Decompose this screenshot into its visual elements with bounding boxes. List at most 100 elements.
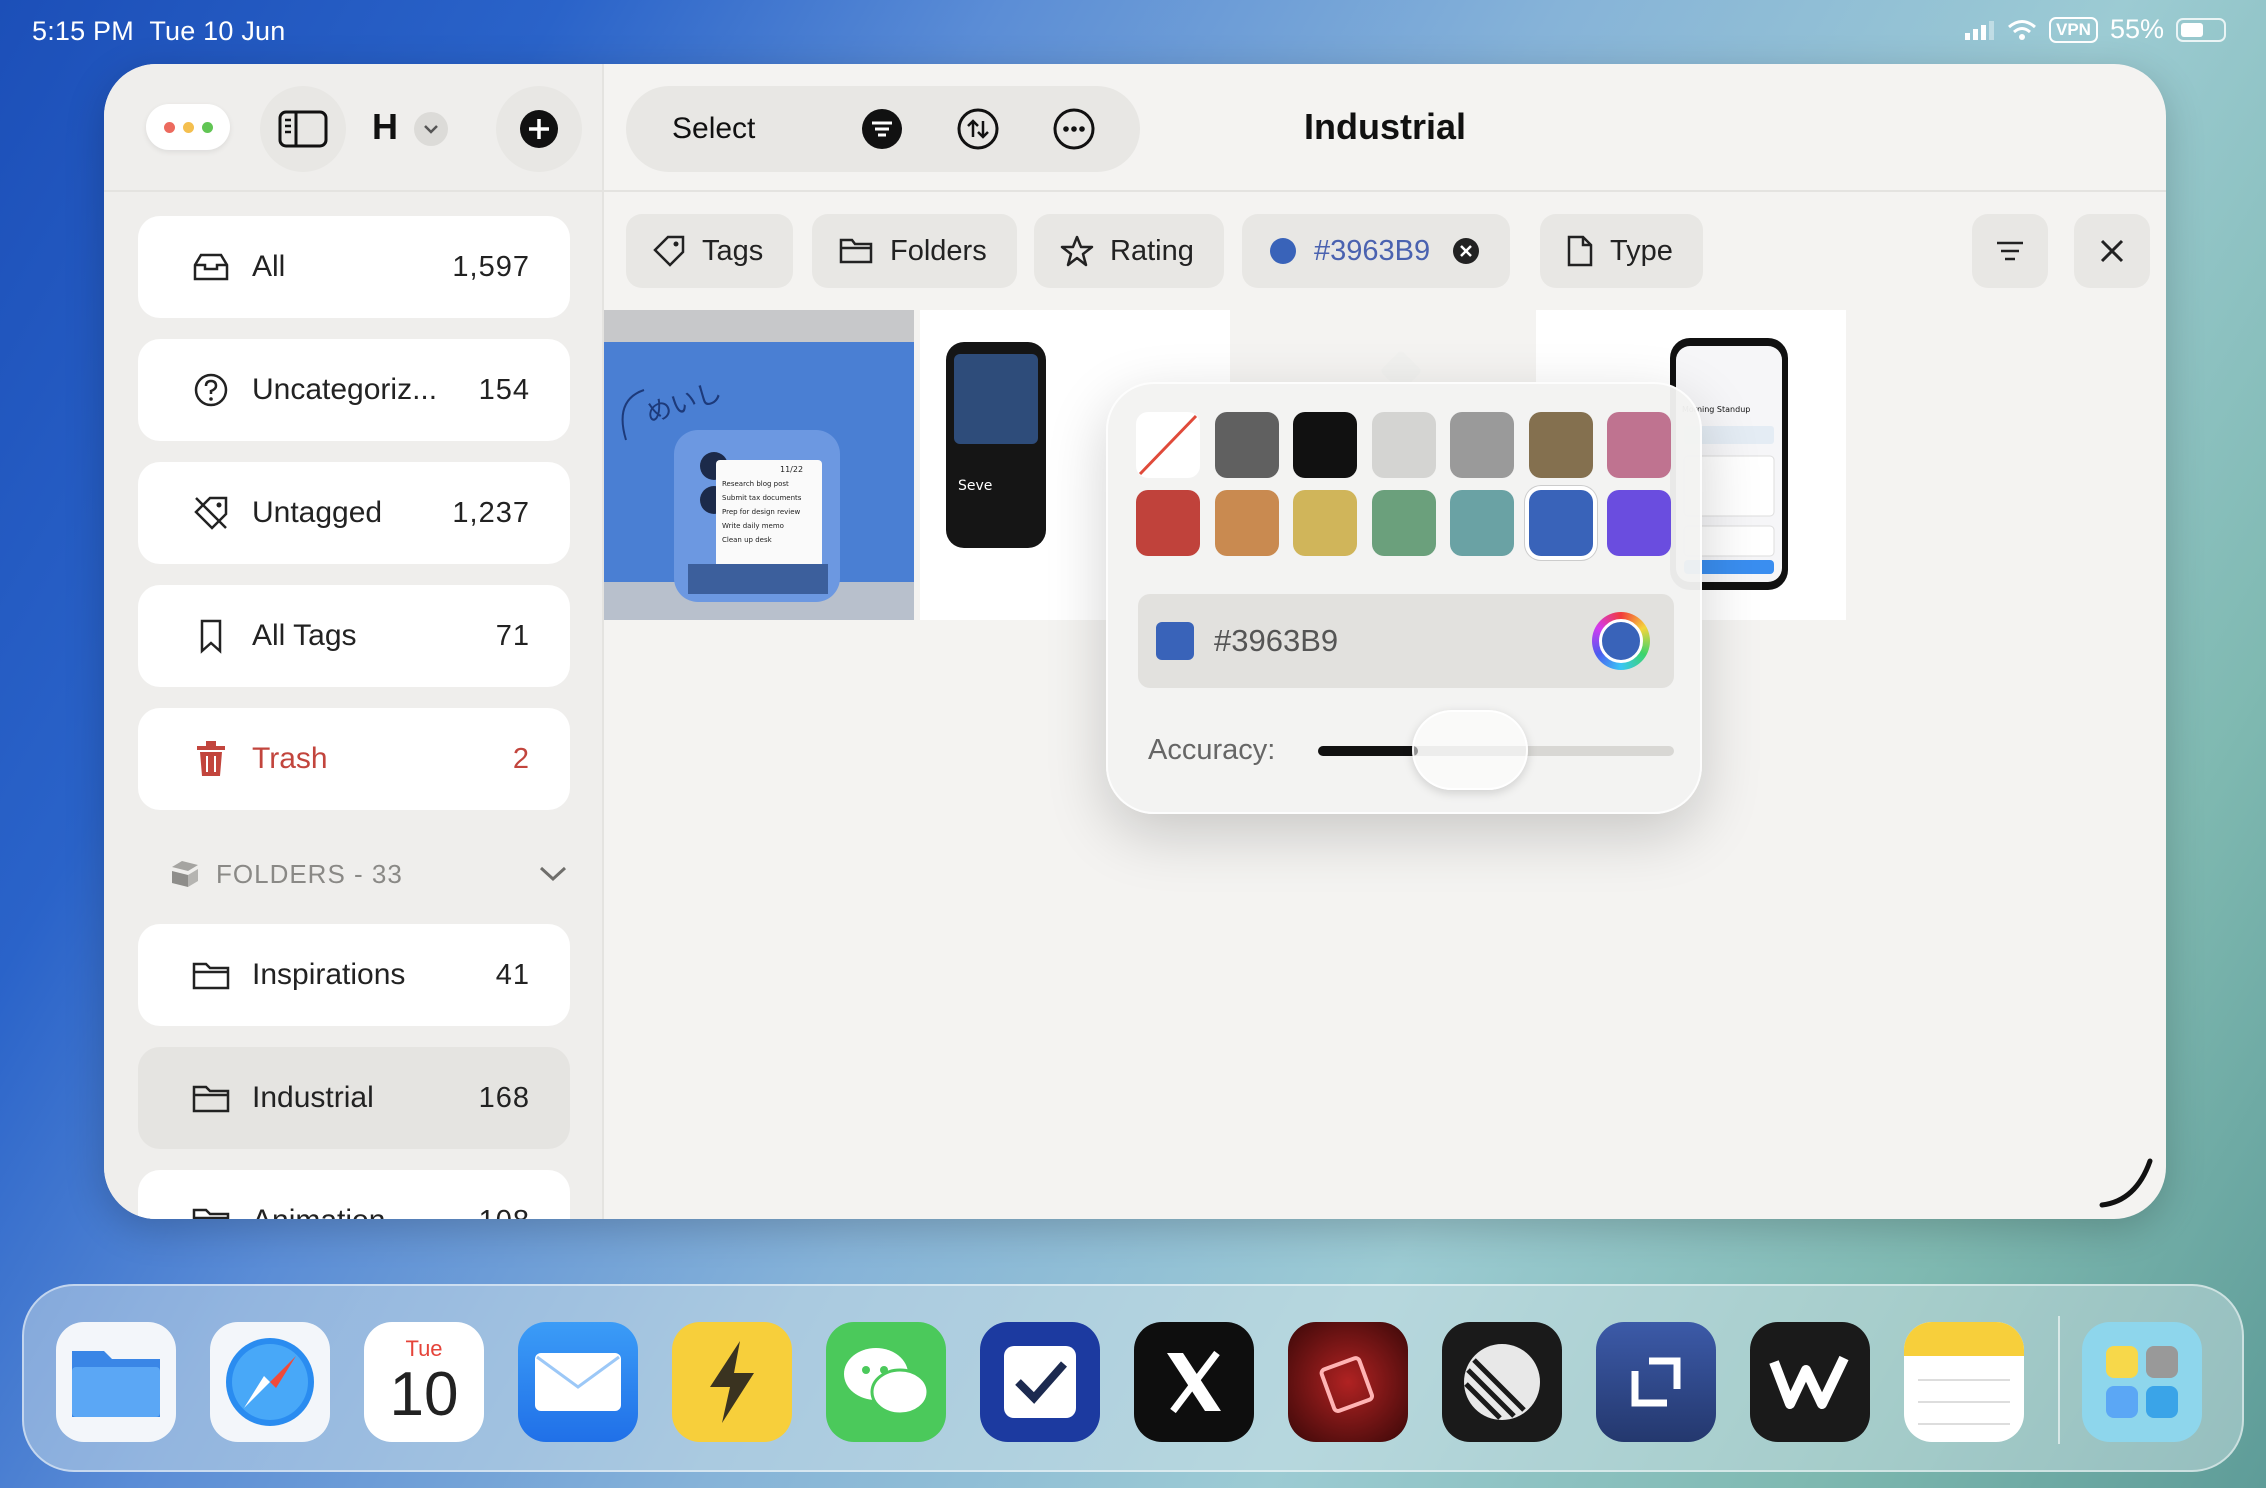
filter-options-button[interactable] — [1972, 214, 2048, 288]
color-dot-icon — [1268, 236, 1298, 266]
color-swatch[interactable] — [1450, 490, 1514, 556]
toolbar-pill: Select — [626, 86, 1140, 172]
color-swatch[interactable] — [1371, 412, 1436, 478]
resize-handle-icon[interactable] — [2096, 1151, 2156, 1211]
filter-button[interactable] — [852, 99, 912, 159]
sidebar-item-untagged[interactable]: Untagged 1,237 — [138, 462, 570, 564]
dock-app-w[interactable] — [1750, 1322, 1870, 1442]
notepad-icon — [1904, 1322, 2024, 1425]
color-swatch[interactable] — [1607, 412, 1671, 478]
thumbnail-card[interactable]: めいし 11/22 Research blog post Submit tax … — [604, 310, 914, 620]
dock-app-resize[interactable] — [1596, 1322, 1716, 1442]
filter-rating-chip[interactable]: Rating — [1034, 214, 1224, 288]
sidebar-item-trash[interactable]: Trash 2 — [138, 708, 570, 810]
dock-app-wechat[interactable] — [826, 1322, 946, 1442]
note-line: Submit tax documents — [722, 494, 802, 502]
filter-folders-chip[interactable]: Folders — [812, 214, 1017, 288]
note-line: Prep for design review — [722, 508, 801, 516]
sidebar-folder-animation[interactable]: Animation 108 — [138, 1170, 570, 1219]
close-dot-icon[interactable] — [163, 121, 175, 133]
dock-app-mail[interactable] — [518, 1322, 638, 1442]
filter-rating-label: Rating — [1110, 234, 1194, 267]
color-swatch[interactable] — [1450, 412, 1514, 478]
color-wheel-button[interactable] — [1592, 612, 1650, 670]
color-swatch[interactable] — [1371, 490, 1436, 556]
color-swatch[interactable] — [1607, 490, 1671, 556]
sidebar-item-count: 71 — [495, 619, 530, 652]
clear-color-icon[interactable] — [1452, 237, 1480, 265]
thumbnail-image: めいし 11/22 Research blog post Submit tax … — [604, 310, 914, 620]
w-logo-icon — [1769, 1355, 1849, 1409]
filter-type-chip[interactable]: Type — [1540, 214, 1703, 288]
dock-app-x[interactable] — [1134, 1322, 1254, 1442]
select-button[interactable]: Select — [672, 112, 852, 146]
color-swatch[interactable] — [1214, 412, 1279, 478]
sort-button[interactable] — [948, 99, 1008, 159]
filter-color-chip[interactable]: #3963B9 — [1242, 214, 1511, 288]
dock-app-red[interactable] — [1288, 1322, 1408, 1442]
folder-count: 168 — [478, 1081, 530, 1114]
sidebar-item-all[interactable]: All 1,597 — [138, 216, 570, 318]
dock-app-bolt[interactable] — [672, 1322, 792, 1442]
folders-section-header[interactable]: FOLDERS - 33 — [168, 854, 568, 894]
color-swatch[interactable] — [1293, 490, 1357, 556]
dock-app-calendar[interactable]: Tue 10 — [364, 1322, 484, 1442]
folder-label: Industrial — [252, 1081, 374, 1114]
add-button[interactable] — [496, 86, 582, 172]
dock-app-things[interactable] — [980, 1322, 1100, 1442]
color-swatch[interactable] — [1528, 490, 1593, 556]
chevron-down-icon[interactable] — [538, 865, 568, 883]
folder-count: 108 — [479, 1205, 530, 1220]
sidebar-item-all-tags[interactable]: All Tags 71 — [138, 585, 570, 687]
thumbnail-text: Seve — [958, 478, 992, 494]
plus-circle-icon — [520, 110, 558, 148]
dock-app-files[interactable] — [56, 1322, 176, 1442]
wifi-icon — [2008, 19, 2036, 40]
hex-input[interactable]: #3963B9 — [1138, 594, 1674, 688]
more-button[interactable] — [1044, 99, 1104, 159]
question-circle-icon — [190, 369, 232, 411]
workspace-label[interactable]: H — [372, 106, 398, 148]
status-icons: VPN 55% — [1964, 14, 2226, 45]
dock-app-linear[interactable] — [1442, 1322, 1562, 1442]
swatch-none[interactable] — [1136, 412, 1200, 478]
sidebar-folder-industrial[interactable]: Industrial 168 — [138, 1047, 570, 1149]
compass-icon — [226, 1338, 314, 1426]
color-swatch[interactable] — [1214, 490, 1279, 556]
close-filter-button[interactable] — [2074, 214, 2150, 288]
window-controls[interactable] — [146, 104, 230, 150]
filter-tags-chip[interactable]: Tags — [626, 214, 794, 288]
dock-app-notes[interactable] — [1904, 1322, 2024, 1442]
folder-icon — [838, 236, 874, 266]
sidebar-item-count: 2 — [512, 742, 530, 775]
folder-icon — [72, 1351, 160, 1417]
filter-lines-icon — [862, 109, 902, 149]
app-group-icon — [2106, 1346, 2178, 1418]
color-swatch[interactable] — [1528, 412, 1593, 478]
ellipsis-circle-icon — [1053, 108, 1095, 150]
status-time: 5:15 PM Tue 10 Jun — [32, 16, 286, 46]
zoom-dot-icon[interactable] — [201, 121, 213, 133]
minimize-dot-icon[interactable] — [182, 121, 194, 133]
color-swatch[interactable] — [1293, 412, 1357, 478]
workspace-chevron[interactable] — [414, 112, 448, 146]
folder-icon — [190, 1077, 232, 1119]
accuracy-slider-thumb[interactable] — [1412, 710, 1528, 790]
sidebar-folder-inspirations[interactable]: Inspirations 41 — [138, 924, 570, 1026]
dock-app-library[interactable] — [2082, 1322, 2202, 1442]
sidebar-item-label: All — [252, 250, 286, 283]
folders-header-label: FOLDERS - 33 — [216, 858, 403, 889]
calendar-day: Tue — [405, 1336, 443, 1361]
close-icon — [2100, 239, 2124, 263]
sidebar-item-label: Trash — [252, 742, 328, 775]
star-icon — [1060, 234, 1094, 268]
filter-tags-label: Tags — [702, 234, 764, 267]
note-line: Research blog post — [722, 480, 789, 488]
sidebar-item-uncategorized[interactable]: Uncategoriz... 154 — [138, 339, 570, 441]
sidebar-toggle-button[interactable] — [260, 86, 346, 172]
dock-app-safari[interactable] — [210, 1322, 330, 1442]
calendar-date: 10 — [389, 1360, 459, 1429]
color-swatch[interactable] — [1136, 490, 1200, 556]
app-window: H All 1,597 Uncategoriz... 154 Untagged … — [104, 64, 2166, 1219]
sidebar-item-count: 154 — [478, 373, 530, 406]
